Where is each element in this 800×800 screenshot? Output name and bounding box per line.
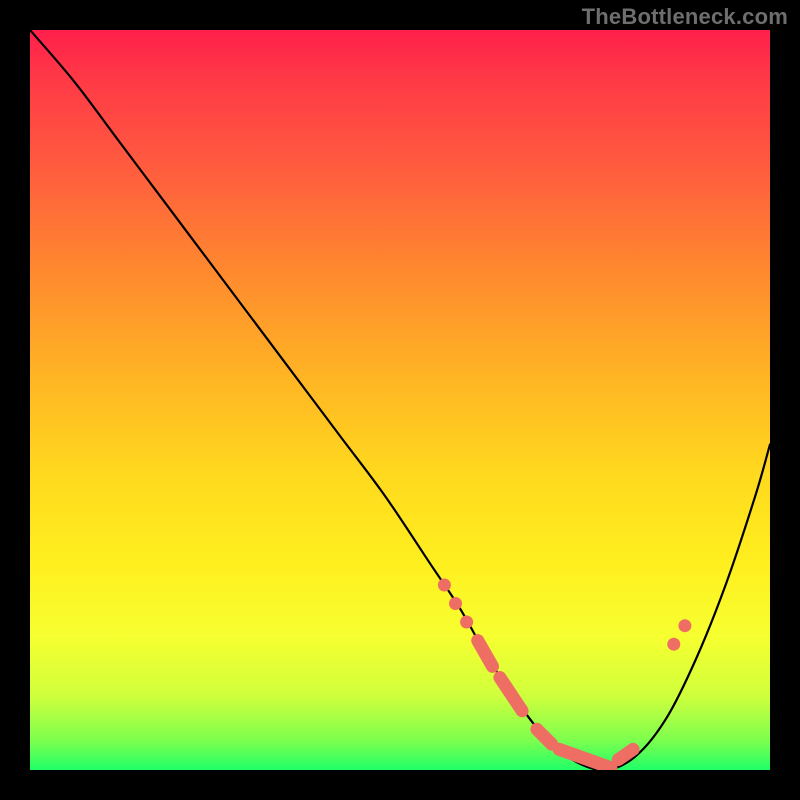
marker-dot [449,597,462,610]
canvas: TheBottleneck.com [0,0,800,800]
marker-pill [559,749,611,768]
marker-pill [500,678,522,711]
marker-dot [667,638,680,651]
marker-dot [460,616,473,629]
chart-overlay [30,30,770,770]
marker-pill [537,729,552,744]
plot-area [30,30,770,770]
marker-pill [478,641,493,667]
marker-pill [618,749,633,759]
curve-markers [438,579,692,768]
attribution-label: TheBottleneck.com [582,4,788,30]
bottleneck-curve [30,30,770,770]
marker-dot [438,579,451,592]
marker-dot [678,619,691,632]
